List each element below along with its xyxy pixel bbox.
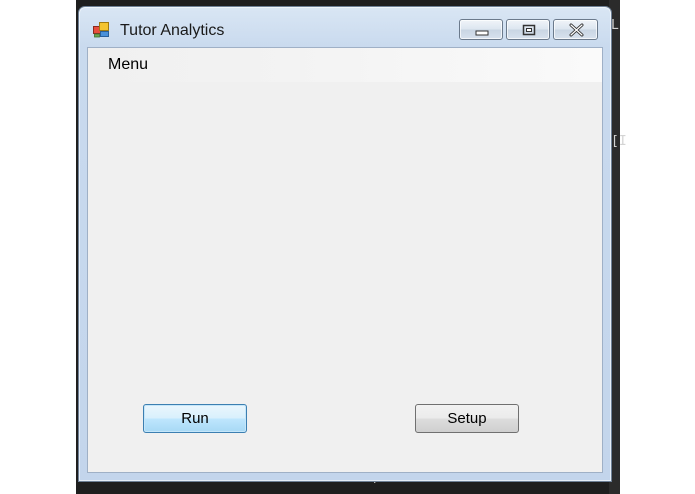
minimize-icon	[475, 30, 489, 36]
run-button[interactable]: Run	[143, 404, 247, 433]
form-client-area: Menu Run Setup	[87, 47, 603, 473]
maximize-icon	[522, 24, 536, 36]
code-fragment: L	[611, 18, 619, 33]
close-icon	[569, 23, 584, 37]
menu-bar: Menu	[88, 48, 602, 82]
minimize-button[interactable]	[459, 19, 503, 40]
window-title: Tutor Analytics	[120, 22, 225, 39]
maximize-button[interactable]	[506, 19, 550, 40]
setup-button[interactable]: Setup	[415, 404, 519, 433]
code-fragment: [I	[611, 134, 627, 149]
windows-form-icon	[93, 21, 110, 38]
title-bar[interactable]: Tutor Analytics	[79, 7, 611, 47]
app-window: Tutor Analytics Menu Run Setup	[78, 6, 612, 482]
close-button[interactable]	[553, 19, 598, 40]
menu-item-menu[interactable]: Menu	[104, 56, 152, 74]
